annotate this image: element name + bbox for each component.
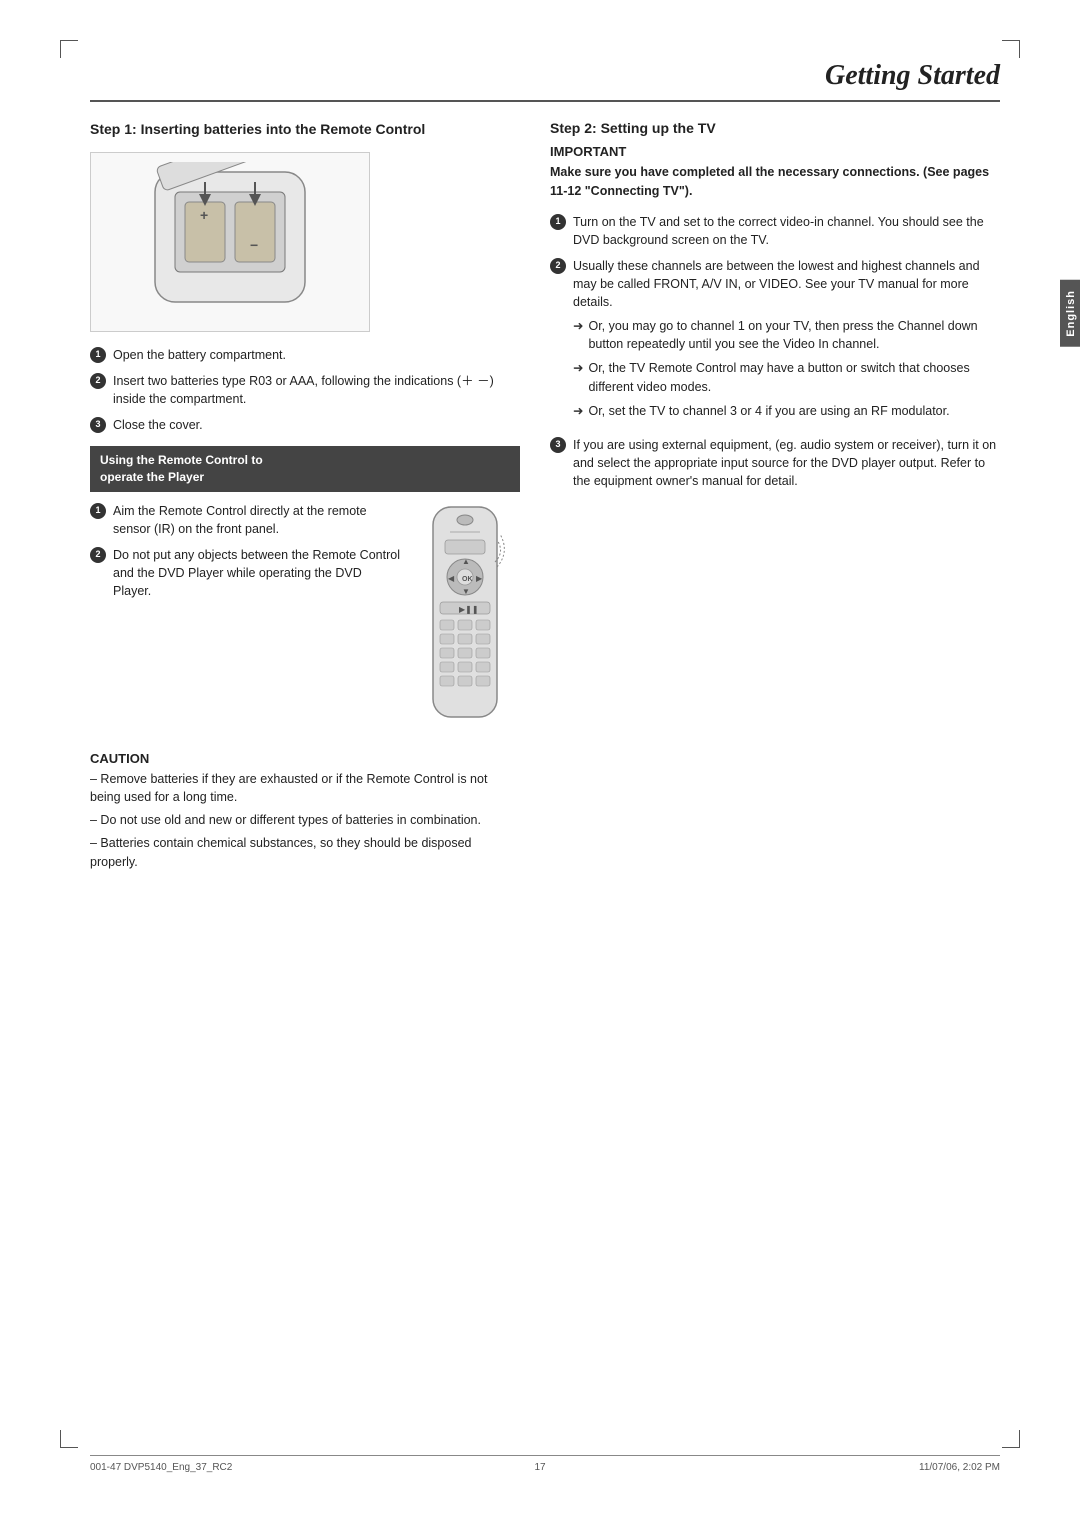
arrow-sym-3: ➜ bbox=[573, 402, 583, 420]
remote-section: 1 Aim the Remote Control directly at the… bbox=[90, 502, 520, 735]
battery-steps-list: 1 Open the battery compartment. 2 Insert… bbox=[90, 346, 520, 435]
caution-text: – Remove batteries if they are exhausted… bbox=[90, 770, 520, 872]
arrow-item-2: ➜ Or, the TV Remote Control may have a b… bbox=[573, 359, 1000, 395]
remote-step-number-2: 2 bbox=[90, 547, 106, 563]
caution-item-3: – Batteries contain chemical substances,… bbox=[90, 834, 520, 872]
remote-text: 1 Aim the Remote Control directly at the… bbox=[90, 502, 401, 735]
caution-item-2: – Do not use old and new or different ty… bbox=[90, 811, 520, 830]
page-title: Getting Started bbox=[90, 60, 1000, 102]
svg-text:▶❚❚: ▶❚❚ bbox=[459, 605, 479, 614]
svg-text:▲: ▲ bbox=[462, 557, 470, 566]
remote-step-1: 1 Aim the Remote Control directly at the… bbox=[90, 502, 401, 538]
arrow-sym-1: ➜ bbox=[573, 317, 583, 353]
step2-heading: Step 2: Setting up the TV bbox=[550, 120, 1000, 136]
arrow-sym-2: ➜ bbox=[573, 359, 583, 395]
battery-step-2: 2 Insert two batteries type R03 or AAA, … bbox=[90, 372, 520, 408]
svg-text:▶: ▶ bbox=[476, 574, 483, 583]
corner-mark-top-left bbox=[60, 40, 78, 58]
svg-text:+: + bbox=[200, 207, 208, 223]
page-number: 17 bbox=[534, 1456, 545, 1473]
english-tab: English bbox=[1060, 280, 1080, 347]
using-remote-box: Using the Remote Control to operate the … bbox=[90, 446, 520, 492]
step2-num-2: 2 bbox=[550, 258, 566, 274]
step2-num-3: 3 bbox=[550, 437, 566, 453]
main-content: Step 1: Inserting batteries into the Rem… bbox=[90, 120, 1000, 875]
step2-num-1: 1 bbox=[550, 214, 566, 230]
footer-right: 11/07/06, 2:02 PM bbox=[919, 1462, 1000, 1473]
step2-item-3: 3 If you are using external equipment, (… bbox=[550, 436, 1000, 490]
corner-mark-bottom-left bbox=[60, 1430, 78, 1448]
battery-image: + − bbox=[90, 152, 370, 332]
svg-text:▼: ▼ bbox=[462, 587, 470, 596]
remote-svg: OK ▲ ▼ ◀ ▶ ▶❚❚ bbox=[415, 502, 515, 732]
step2-item-2: 2 Usually these channels are between the… bbox=[550, 257, 1000, 426]
svg-text:◀: ◀ bbox=[448, 574, 455, 583]
svg-text:−: − bbox=[250, 237, 258, 253]
remote-step-number-1: 1 bbox=[90, 503, 106, 519]
battery-svg: + − bbox=[105, 162, 355, 322]
battery-step-1: 1 Open the battery compartment. bbox=[90, 346, 520, 364]
corner-mark-bottom-right bbox=[1002, 1430, 1020, 1448]
important-label: IMPORTANT bbox=[550, 144, 1000, 159]
step2-main-steps: 1 Turn on the TV and set to the correct … bbox=[550, 213, 1000, 491]
left-column: Step 1: Inserting batteries into the Rem… bbox=[90, 120, 520, 875]
page-container: English Getting Started Step 1: Insertin… bbox=[0, 0, 1080, 1528]
important-text: Make sure you have completed all the nec… bbox=[550, 163, 1000, 201]
caution-section: CAUTION – Remove batteries if they are e… bbox=[90, 751, 520, 872]
remote-steps-list: 1 Aim the Remote Control directly at the… bbox=[90, 502, 401, 601]
battery-step-3: 3 Close the cover. bbox=[90, 416, 520, 434]
footer-left: 001-47 DVP5140_Eng_37_RC2 bbox=[90, 1462, 232, 1473]
remote-step-2: 2 Do not put any objects between the Rem… bbox=[90, 546, 401, 600]
corner-mark-top-right bbox=[1002, 40, 1020, 58]
step-number-1: 1 bbox=[90, 347, 106, 363]
step-number-3: 3 bbox=[90, 417, 106, 433]
arrow-item-3: ➜ Or, set the TV to channel 3 or 4 if yo… bbox=[573, 402, 1000, 420]
caution-title: CAUTION bbox=[90, 751, 520, 766]
right-column: Step 2: Setting up the TV IMPORTANT Make… bbox=[550, 120, 1000, 875]
svg-text:OK: OK bbox=[462, 576, 473, 583]
remote-image: OK ▲ ▼ ◀ ▶ ▶❚❚ bbox=[415, 502, 520, 735]
step2-item-1: 1 Turn on the TV and set to the correct … bbox=[550, 213, 1000, 249]
caution-item-1: – Remove batteries if they are exhausted… bbox=[90, 770, 520, 808]
step-number-2: 2 bbox=[90, 373, 106, 389]
arrow-item-1: ➜ Or, you may go to channel 1 on your TV… bbox=[573, 317, 1000, 353]
step1-heading: Step 1: Inserting batteries into the Rem… bbox=[90, 120, 520, 140]
